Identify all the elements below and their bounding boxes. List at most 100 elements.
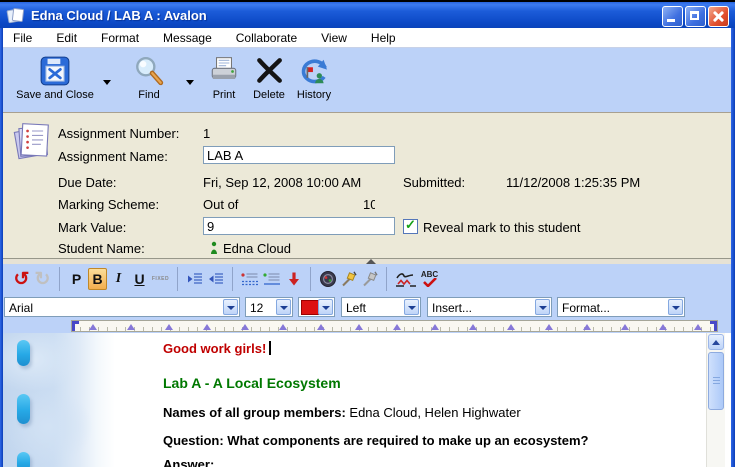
tab-stop-marker[interactable] [469,324,477,330]
history-button[interactable]: History [290,55,338,101]
plain-style-button[interactable]: P [67,268,86,290]
tab-stop-marker[interactable] [127,324,135,330]
alignment-select[interactable]: Left [341,297,421,317]
left-margin-marker[interactable] [72,321,79,331]
line-spacing-button[interactable] [262,268,282,290]
menu-edit[interactable]: Edit [56,31,77,45]
tab-stop-marker[interactable] [583,324,591,330]
scrollbar-thumb[interactable] [708,352,724,410]
chevron-down-icon[interactable] [535,299,550,315]
find-options-dropdown-icon[interactable] [186,80,194,85]
tab-stop-marker[interactable] [355,324,363,330]
menu-message[interactable]: Message [163,31,212,45]
tab-stop-marker[interactable] [165,324,173,330]
increase-indent-button[interactable] [185,268,204,290]
minimize-button[interactable] [662,6,683,27]
format-select[interactable]: Format... [557,297,685,317]
window-border-left [0,28,3,467]
save-icon [39,55,71,87]
spellcheck-button[interactable]: ABC [420,268,439,290]
delete-button[interactable]: Delete [247,55,291,101]
decrease-indent-button[interactable] [206,268,225,290]
stationery-margin [3,333,115,467]
close-button[interactable] [708,6,729,27]
eyedropper-apply-icon [361,270,379,288]
fixed-width-button[interactable]: FIXED [151,268,170,290]
undo-button[interactable]: ↺ [12,268,31,290]
tab-stop-marker[interactable] [431,324,439,330]
underline-button[interactable]: U [130,268,149,290]
history-icon [298,55,330,87]
chevron-down-icon[interactable] [668,299,683,315]
question-line[interactable]: Question: What components are required t… [163,433,588,448]
chevron-down-icon[interactable] [404,299,419,315]
chevron-down-icon[interactable] [318,299,333,315]
menu-collaborate[interactable]: Collaborate [236,31,297,45]
tab-stop-marker[interactable] [659,324,667,330]
tab-stop-marker[interactable] [621,324,629,330]
message-icon [6,6,26,24]
toolbar-separator [232,267,233,291]
copy-format-button[interactable] [339,268,358,290]
marking-scheme-value: Out of [203,197,238,212]
title-bar[interactable]: Edna Cloud / LAB A : Avalon [0,0,735,28]
font-family-value: Arial [9,301,33,315]
menu-view[interactable]: View [321,31,347,45]
color-swatch [301,300,319,315]
menu-format[interactable]: Format [101,31,139,45]
font-size-select[interactable]: 12 [245,297,293,317]
mark-value-input[interactable] [203,217,395,235]
find-button[interactable]: Find [120,55,178,101]
tab-stop-marker[interactable] [317,324,325,330]
chevron-down-icon[interactable] [223,299,238,315]
answer-label-line[interactable]: Answer: [163,457,214,467]
tab-stop-marker[interactable] [89,324,97,330]
teacher-comment[interactable]: Good work girls! [163,341,271,356]
tab-stop-marker[interactable] [393,324,401,330]
font-family-select[interactable]: Arial [4,297,240,317]
ruler[interactable] [71,320,718,332]
chevron-down-icon[interactable] [276,299,291,315]
menu-file[interactable]: File [13,31,32,45]
print-button[interactable]: Print [201,55,247,101]
redo-button[interactable]: ↻ [33,268,52,290]
document-heading[interactable]: Lab A - A Local Ecosystem [163,375,341,391]
spellcheck-as-you-type-button[interactable] [394,268,418,290]
mark-value-label: Mark Value: [58,220,126,235]
text-caret [269,341,271,355]
tab-stop-marker[interactable] [241,324,249,330]
reveal-mark-checkbox[interactable] [403,219,418,234]
tab-stop-marker[interactable] [279,324,287,330]
scroll-up-arrow[interactable] [708,334,724,350]
embed-object-button[interactable] [318,268,337,290]
document-editor[interactable]: Good work girls! Lab A - A Local Ecosyst… [3,333,731,467]
tab-stop-marker[interactable] [545,324,553,330]
maximize-button[interactable] [685,6,706,27]
eyedropper-copy-icon [340,270,358,288]
group-members-line[interactable]: Names of all group members: Edna Cloud, … [163,405,521,420]
save-options-dropdown-icon[interactable] [103,80,111,85]
student-name-value[interactable]: Edna Cloud [223,241,291,256]
indent-increase-icon [186,271,204,287]
redo-icon: ↻ [35,268,51,291]
apply-format-button[interactable] [360,268,379,290]
paragraph-spacing-button[interactable] [240,268,260,290]
italic-button[interactable]: I [109,268,128,290]
bold-button[interactable]: B [88,268,107,290]
insert-below-button[interactable] [284,268,303,290]
line-spacing-icon [262,271,282,287]
stationery-capsule [17,394,30,424]
tab-stop-marker[interactable] [507,324,515,330]
text-color-select[interactable] [298,297,335,317]
vertical-scrollbar[interactable] [706,333,725,467]
print-label: Print [213,89,236,101]
ruler-row [3,319,731,333]
group-members-label: Names of all group members: [163,405,346,420]
insert-select[interactable]: Insert... [427,297,552,317]
tab-stop-marker[interactable] [694,324,702,330]
tab-stop-marker[interactable] [203,324,211,330]
menu-help[interactable]: Help [371,31,396,45]
right-margin-marker[interactable] [710,321,717,331]
assignment-name-input[interactable] [203,146,395,164]
save-and-close-button[interactable]: Save and Close [9,55,101,101]
